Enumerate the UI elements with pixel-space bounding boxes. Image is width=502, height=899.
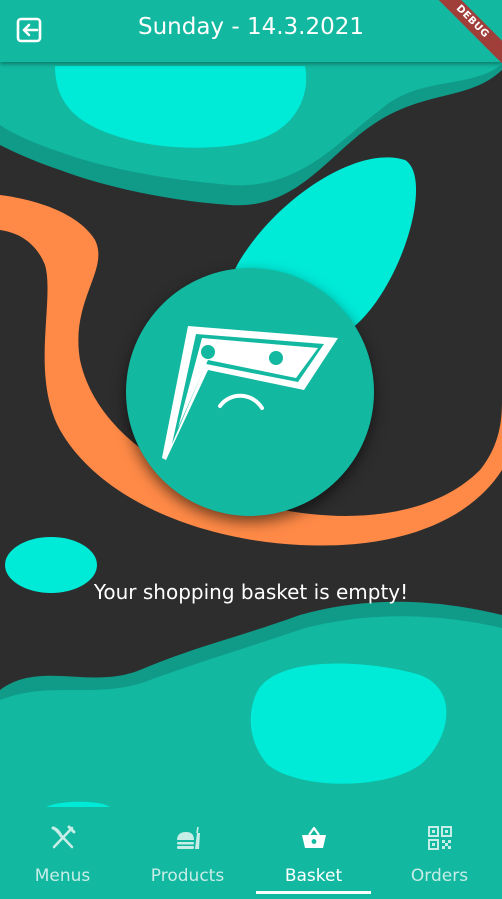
nav-orders[interactable]: Orders [377, 813, 502, 899]
nav-basket[interactable]: Basket [251, 813, 376, 899]
nav-products-label: Products [150, 866, 225, 886]
app-bar: Sunday - 14.3.2021 [0, 0, 502, 62]
nav-products[interactable]: Products [125, 813, 250, 899]
nav-menus[interactable]: Menus [0, 813, 125, 899]
sad-money-icon [162, 326, 338, 460]
empty-basket-message: Your shopping basket is empty! [93, 580, 409, 604]
qr-code-icon [427, 826, 452, 850]
food-burger-icon [176, 826, 200, 849]
nav-orders-label: Orders [410, 866, 469, 886]
empty-basket-illustration [126, 268, 374, 516]
active-tab-indicator [256, 891, 371, 894]
basket-icon [301, 826, 326, 848]
basket-screen: Sunday - 14.3.2021 DEBUG Your shopping b… [0, 0, 502, 899]
nav-basket-label: Basket [284, 866, 343, 886]
page-title: Sunday - 14.3.2021 [137, 14, 365, 40]
bottom-nav: Menus Products Basket Orders [0, 813, 502, 899]
nav-menus-label: Menus [34, 866, 91, 886]
fork-knife-icon [51, 825, 75, 849]
